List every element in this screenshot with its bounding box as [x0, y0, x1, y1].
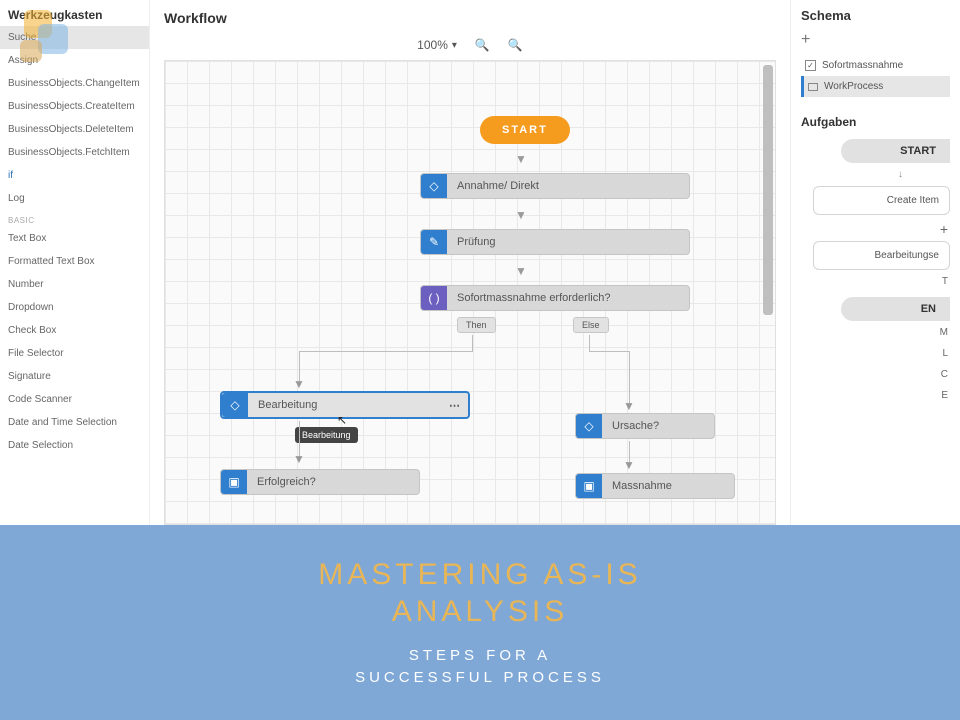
toolbox-title: Werkzeugkasten: [0, 4, 149, 26]
zoom-in-icon[interactable]: 🔍: [475, 38, 490, 52]
cursor-icon: ↖: [337, 413, 347, 427]
arrow-down-icon: ▼: [515, 265, 527, 277]
toolbox-item[interactable]: BusinessObjects.ChangeItem: [0, 72, 149, 95]
square-icon: [808, 83, 818, 91]
chevron-down-icon: ▾: [452, 40, 457, 51]
branch-else[interactable]: Else: [573, 317, 609, 333]
node-decision[interactable]: ( ) Sofortmassnahme erforderlich?: [420, 285, 690, 311]
task-start-pill[interactable]: START: [841, 139, 950, 163]
task-create-item[interactable]: Create Item: [813, 186, 950, 215]
trail-label: M: [801, 327, 950, 338]
trail-label: C: [801, 369, 950, 380]
toolbox-item[interactable]: Formatted Text Box: [0, 250, 149, 273]
overlay-banner: MASTERING AS-IS ANALYSIS STEPS FOR A SUC…: [0, 525, 960, 720]
toolbox-item[interactable]: Dropdown: [0, 296, 149, 319]
arrow-down-icon: ↓: [801, 169, 950, 180]
toolbox-item[interactable]: Number: [0, 273, 149, 296]
workflow-canvas[interactable]: START ▼ ◇ Annahme/ Direkt ▼ ✎ Prüfung ▼ …: [164, 60, 776, 525]
workflow-panel: Workflow 100% ▾ 🔍 🔍 START ▼ ◇ Annahme/ D: [150, 0, 790, 525]
more-icon[interactable]: ⋯: [441, 399, 468, 412]
toolbox-item[interactable]: BusinessObjects.FetchItem: [0, 141, 149, 164]
decision-icon: ( ): [421, 286, 447, 310]
branch-then[interactable]: Then: [457, 317, 496, 333]
toolbox-item-if[interactable]: if: [0, 164, 149, 187]
node-annahme[interactable]: ◇ Annahme/ Direkt: [420, 173, 690, 199]
toolbox-item[interactable]: BusinessObjects.CreateItem: [0, 95, 149, 118]
schema-item-label: WorkProcess: [824, 81, 883, 92]
schema-item-label: Sofortmassnahme: [822, 60, 903, 71]
zoom-dropdown[interactable]: 100% ▾: [417, 38, 457, 52]
node-massnahme[interactable]: ▣ Massnahme: [575, 473, 735, 499]
trail-label: T: [801, 276, 950, 287]
toolbox-item[interactable]: Assign: [0, 49, 149, 72]
arrow-down-icon: ▼: [515, 153, 527, 165]
node-erfolgreich[interactable]: ▣ Erfolgreich?: [220, 469, 420, 495]
node-ursache[interactable]: ◇ Ursache?: [575, 413, 715, 439]
task-edit[interactable]: Bearbeitungse: [813, 241, 950, 270]
arrow-down-icon: ▼: [623, 400, 635, 412]
app-frame: Werkzeugkasten Suche Assign BusinessObje…: [0, 0, 960, 525]
arrow-down-icon: ▼: [515, 209, 527, 221]
toolbox-item[interactable]: Text Box: [0, 227, 149, 250]
check-icon: ▣: [576, 474, 602, 498]
step-icon: ◇: [576, 414, 602, 438]
toolbox-section-basic: BASIC: [0, 210, 149, 227]
connector: [299, 351, 473, 352]
arrow-down-icon: ▼: [293, 453, 305, 465]
node-label: Annahme/ Direkt: [447, 174, 689, 198]
schema-panel: Schema + ✓ Sofortmassnahme WorkProcess A…: [790, 0, 960, 525]
node-label: Sofortmassnahme erforderlich?: [447, 286, 689, 310]
task-end-pill[interactable]: EN: [841, 297, 950, 321]
node-label: Ursache?: [602, 414, 714, 438]
toolbox-sidebar: Werkzeugkasten Suche Assign BusinessObje…: [0, 0, 150, 525]
arrow-down-icon: ▼: [293, 378, 305, 390]
add-task-button[interactable]: +: [801, 221, 950, 237]
checkbox-icon: ✓: [805, 60, 816, 71]
toolbox-item[interactable]: Date and Time Selection: [0, 411, 149, 434]
workflow-title: Workflow: [164, 8, 776, 34]
trail-label: L: [801, 348, 950, 359]
banner-headline: MASTERING AS-IS ANALYSIS: [318, 556, 641, 631]
toolbox-item[interactable]: Code Scanner: [0, 388, 149, 411]
banner-headline-line1: MASTERING AS-IS: [318, 556, 641, 594]
schema-item-sofort[interactable]: ✓ Sofortmassnahme: [801, 55, 950, 76]
node-pruefung[interactable]: ✎ Prüfung: [420, 229, 690, 255]
toolbox-item[interactable]: Check Box: [0, 319, 149, 342]
arrow-down-icon: ▼: [623, 459, 635, 471]
toolbox-item[interactable]: BusinessObjects.DeleteItem: [0, 118, 149, 141]
add-schema-button[interactable]: +: [801, 31, 950, 49]
connector: [589, 335, 590, 351]
connector: [629, 351, 630, 405]
step-icon: ◇: [421, 174, 447, 198]
step-icon: ◇: [222, 393, 248, 417]
toolbox-item-search[interactable]: Suche: [0, 26, 149, 49]
schema-item-workprocess[interactable]: WorkProcess: [801, 76, 950, 97]
banner-subtitle: STEPS FOR A SUCCESSFUL PROCESS: [355, 645, 605, 690]
check-icon: ▣: [221, 470, 247, 494]
banner-sub-line1: STEPS FOR A: [355, 645, 605, 668]
banner-headline-line2: ANALYSIS: [318, 593, 641, 631]
zoom-out-icon[interactable]: 🔍: [508, 38, 523, 52]
schema-title: Schema: [801, 8, 950, 23]
toolbox-item[interactable]: File Selector: [0, 342, 149, 365]
tooltip: Bearbeitung: [295, 427, 358, 443]
start-node[interactable]: START: [480, 116, 570, 144]
tasks-title: Aufgaben: [801, 115, 950, 129]
zoom-value: 100%: [417, 38, 448, 52]
connector: [589, 351, 629, 352]
toolbox-item[interactable]: Date Selection: [0, 434, 149, 457]
node-label: Erfolgreich?: [247, 470, 419, 494]
edit-icon: ✎: [421, 230, 447, 254]
node-label: Massnahme: [602, 474, 734, 498]
trail-label: E: [801, 390, 950, 401]
banner-sub-line2: SUCCESSFUL PROCESS: [355, 667, 605, 690]
toolbox-item[interactable]: Signature: [0, 365, 149, 388]
node-label: Prüfung: [447, 230, 689, 254]
connector: [472, 335, 473, 351]
toolbox-item-log[interactable]: Log: [0, 187, 149, 210]
zoom-toolbar: 100% ▾ 🔍 🔍: [164, 34, 776, 60]
vertical-scrollbar[interactable]: [763, 65, 773, 315]
